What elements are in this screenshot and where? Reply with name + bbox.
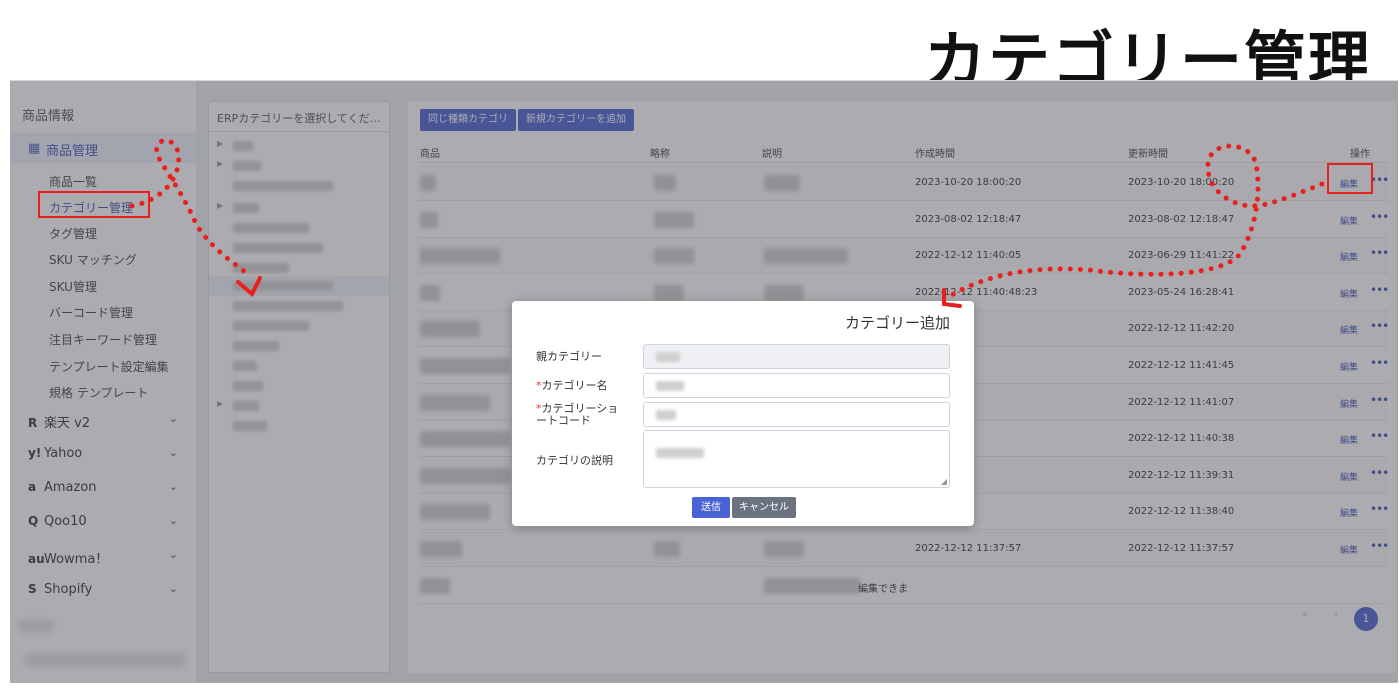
category-short-code-label-line2: ートコード <box>536 414 591 427</box>
category-description-label: カテゴリの説明 <box>536 454 613 467</box>
category-short-code-label: *カテゴリーショ ートコード <box>536 403 618 427</box>
category-description-textarea[interactable]: ◢ <box>643 430 950 488</box>
redacted-text <box>656 381 684 391</box>
screenshot-stage: カテゴリー管理 商品情報 ▦ 商品管理 商品一覧 カテゴリー管理 タグ管理 SK… <box>0 0 1400 700</box>
annotation-box-category-management <box>38 191 150 218</box>
category-name-label-text: カテゴリー名 <box>541 379 608 392</box>
parent-category-label: 親カテゴリー <box>536 350 602 363</box>
category-name-label: *カテゴリー名 <box>536 380 608 392</box>
redacted-text <box>656 448 704 458</box>
submit-button[interactable]: 送信 <box>692 497 730 518</box>
category-name-input[interactable] <box>643 373 950 398</box>
dialog-title: カテゴリー追加 <box>844 314 950 332</box>
cancel-button[interactable]: キャンセル <box>732 497 796 518</box>
parent-category-field <box>643 344 950 369</box>
add-category-dialog: カテゴリー追加 親カテゴリー *カテゴリー名 *カテゴリーショ ートコード カテゴ… <box>512 301 974 526</box>
redacted-text <box>656 352 680 362</box>
redacted-text <box>656 410 676 420</box>
category-short-code-input[interactable] <box>643 402 950 427</box>
resize-handle-icon[interactable]: ◢ <box>941 477 947 486</box>
annotation-box-edit <box>1327 163 1373 194</box>
